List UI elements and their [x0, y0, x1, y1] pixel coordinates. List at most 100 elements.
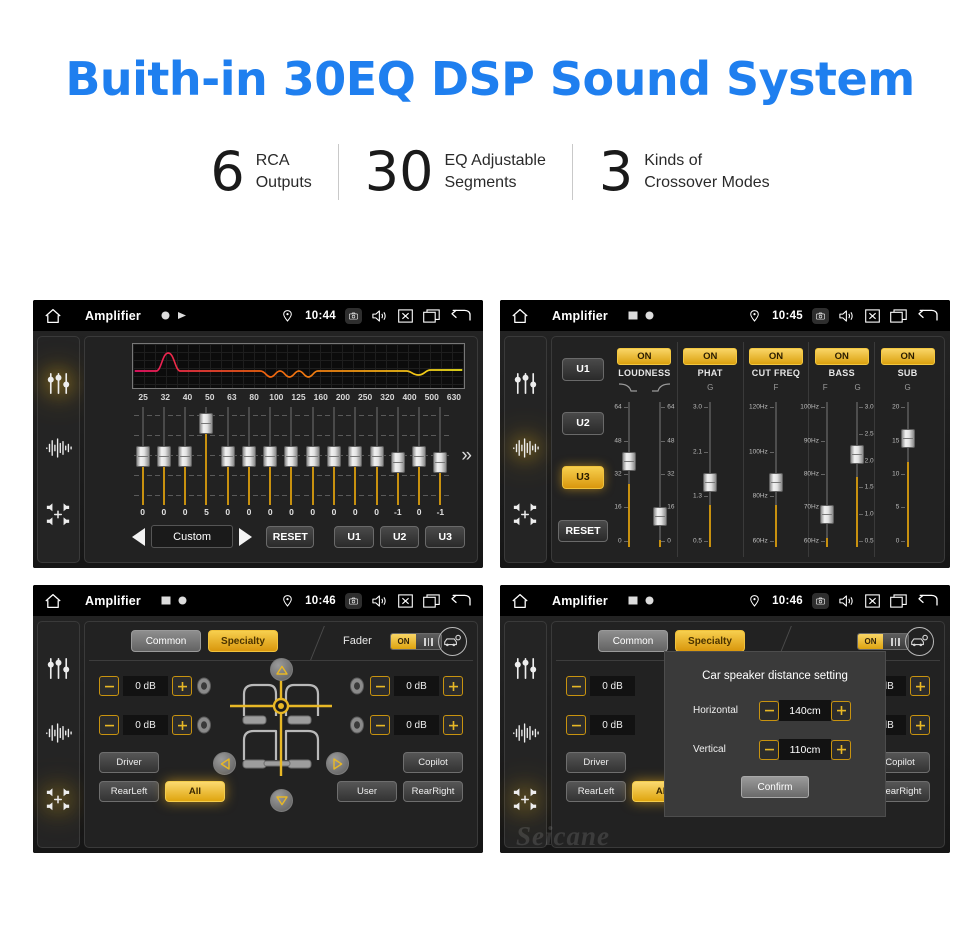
double-chevron-right-icon[interactable]: » — [461, 445, 472, 467]
slider-knob[interactable] — [263, 445, 278, 467]
preset-u3-button[interactable]: U3 — [562, 465, 604, 489]
minus-icon[interactable] — [99, 676, 119, 696]
preset-u1-button[interactable]: U1 — [562, 357, 604, 381]
eq-slider[interactable] — [323, 407, 344, 505]
fader-toggle[interactable]: ON — [857, 633, 909, 650]
camera-icon[interactable] — [345, 592, 362, 609]
slider-knob[interactable] — [178, 445, 193, 467]
dsp-on-toggle[interactable]: ON — [814, 348, 869, 365]
eq-slider[interactable] — [302, 407, 323, 505]
fader-toggle[interactable]: ON — [390, 633, 442, 650]
nav-right-button[interactable] — [326, 752, 349, 775]
eq-slider[interactable] — [238, 407, 259, 505]
fader-speakers-icon[interactable] — [45, 787, 72, 814]
close-box-icon[interactable] — [864, 593, 881, 609]
preset-u2-button[interactable]: U2 — [379, 525, 420, 548]
waveform-icon[interactable] — [45, 721, 72, 748]
slider-knob[interactable] — [220, 445, 235, 467]
waveform-icon[interactable] — [512, 721, 539, 748]
home-icon[interactable] — [43, 308, 63, 324]
reset-button[interactable]: RESET — [266, 525, 315, 548]
waveform-icon[interactable] — [512, 436, 539, 463]
car-settings-icon[interactable] — [905, 627, 934, 656]
recents-icon[interactable] — [890, 308, 907, 324]
tab-specialty[interactable]: Specialty — [208, 630, 278, 652]
preset-u2-button[interactable]: U2 — [562, 411, 604, 435]
eq-slider[interactable] — [260, 407, 281, 505]
home-icon[interactable] — [510, 593, 530, 609]
slider-knob[interactable] — [327, 445, 342, 467]
camera-icon[interactable] — [345, 307, 362, 324]
dsp-slider[interactable]: 3.0 2.1 1.3 0.5 — [680, 398, 741, 553]
dsp-on-toggle[interactable]: ON — [748, 348, 803, 365]
slider-knob[interactable] — [156, 445, 171, 467]
dsp-slider[interactable]: 3.0 2.5 2.0 1.5 1.0 0.5 — [842, 398, 874, 553]
tab-specialty[interactable]: Specialty — [675, 630, 745, 652]
back-arrow-icon[interactable] — [449, 308, 471, 324]
preset-u3-button[interactable]: U3 — [425, 525, 466, 548]
slider-knob[interactable] — [284, 445, 299, 467]
minus-icon[interactable] — [370, 715, 390, 735]
minus-icon[interactable] — [566, 715, 586, 735]
recents-icon[interactable] — [423, 308, 440, 324]
nav-left-button[interactable] — [213, 752, 236, 775]
reset-button[interactable]: RESET — [558, 519, 608, 542]
eq-slider[interactable] — [345, 407, 366, 505]
seat-driver-button[interactable]: Driver — [99, 752, 159, 773]
dsp-slider[interactable]: 100Hz 90Hz 80Hz 70Hz 60Hz — [800, 398, 841, 553]
slider-knob[interactable] — [199, 413, 214, 435]
slider-knob[interactable] — [433, 451, 448, 473]
volume-icon[interactable] — [371, 308, 388, 324]
slider-knob[interactable] — [900, 429, 915, 449]
plus-icon[interactable] — [831, 700, 851, 721]
dsp-on-toggle[interactable]: ON — [617, 348, 672, 365]
minus-icon[interactable] — [566, 676, 586, 696]
home-icon[interactable] — [43, 593, 63, 609]
fader-speakers-icon[interactable] — [45, 502, 72, 529]
volume-icon[interactable] — [371, 593, 388, 609]
seat-user-button[interactable]: User — [337, 781, 397, 802]
minus-icon[interactable] — [759, 739, 779, 760]
dsp-slider[interactable]: 64 48 32 16 0 — [614, 398, 644, 553]
volume-icon[interactable] — [838, 308, 855, 324]
camera-icon[interactable] — [812, 592, 829, 609]
eq-slider[interactable] — [430, 407, 451, 505]
back-arrow-icon[interactable] — [449, 593, 471, 609]
fader-speakers-icon[interactable] — [512, 787, 539, 814]
tab-common[interactable]: Common — [131, 630, 201, 652]
slider-knob[interactable] — [850, 444, 864, 464]
seat-copilot-button[interactable]: Copilot — [403, 752, 463, 773]
nav-up-button[interactable] — [270, 658, 293, 681]
back-arrow-icon[interactable] — [916, 593, 938, 609]
slider-knob[interactable] — [135, 445, 150, 467]
close-box-icon[interactable] — [397, 308, 414, 324]
eq-slider[interactable] — [132, 407, 153, 505]
slider-knob[interactable] — [390, 451, 405, 473]
eq-slider[interactable] — [217, 407, 238, 505]
volume-icon[interactable] — [838, 593, 855, 609]
slider-knob[interactable] — [652, 507, 667, 527]
eq-sliders-icon[interactable] — [45, 655, 72, 682]
preset-name[interactable]: Custom — [151, 525, 234, 548]
recents-icon[interactable] — [423, 593, 440, 609]
nav-down-button[interactable] — [270, 789, 293, 812]
slider-knob[interactable] — [819, 505, 834, 525]
dsp-slider[interactable]: 120Hz 100Hz 80Hz 60Hz — [746, 398, 807, 553]
preset-u1-button[interactable]: U1 — [334, 525, 374, 548]
back-arrow-icon[interactable] — [916, 308, 938, 324]
plus-icon[interactable] — [910, 676, 930, 696]
car-settings-icon[interactable] — [438, 627, 467, 656]
eq-slider[interactable] — [153, 407, 174, 505]
dsp-on-toggle[interactable]: ON — [683, 348, 738, 365]
close-box-icon[interactable] — [397, 593, 414, 609]
slider-knob[interactable] — [305, 445, 320, 467]
triangle-right-icon[interactable] — [239, 527, 253, 546]
triangle-left-icon[interactable] — [132, 527, 145, 546]
eq-slider[interactable] — [387, 407, 408, 505]
minus-icon[interactable] — [370, 676, 390, 696]
seat-rearright-button[interactable]: RearRight — [403, 781, 463, 802]
plus-icon[interactable] — [172, 715, 192, 735]
plus-icon[interactable] — [443, 676, 463, 696]
camera-icon[interactable] — [812, 307, 829, 324]
eq-sliders-icon[interactable] — [512, 655, 539, 682]
